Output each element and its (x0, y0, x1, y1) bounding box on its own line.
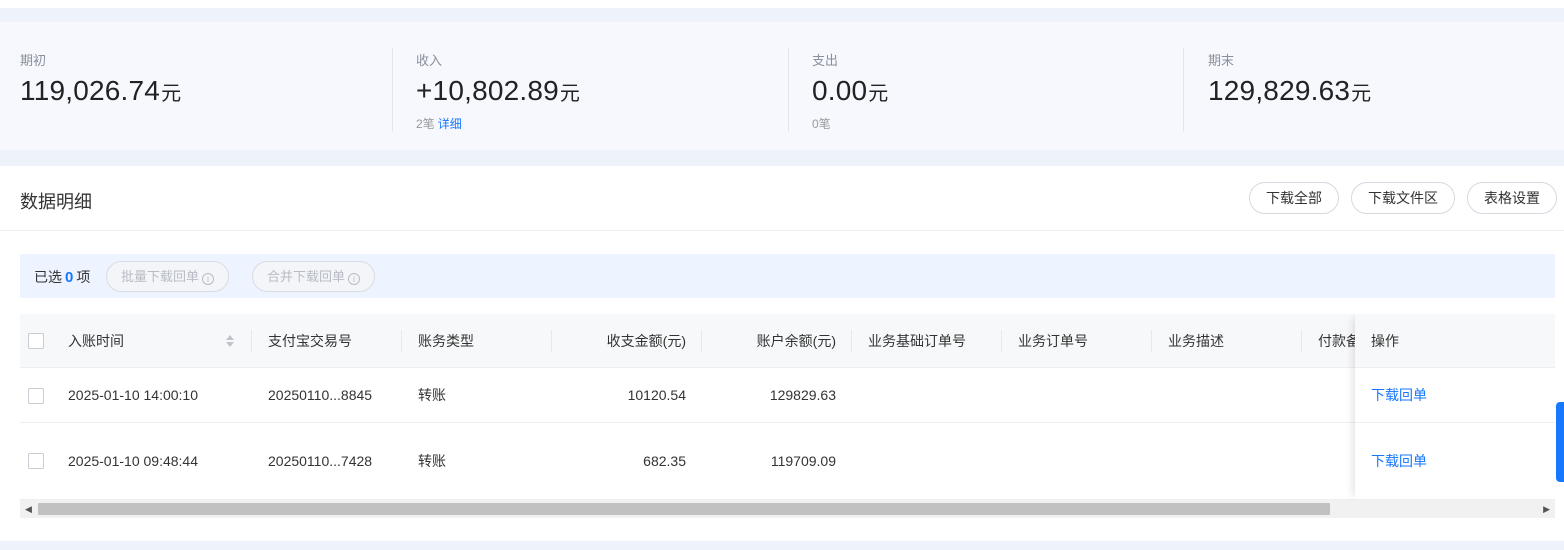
row-checkbox[interactable] (28, 453, 44, 469)
income-count: 2笔 (416, 117, 435, 131)
merge-download-receipt-button[interactable]: 合并下载回单 i (252, 261, 376, 292)
table-row: 2025-01-10 09:48:44 20250110...7428 转账 6… (20, 423, 1555, 500)
column-separator (401, 330, 402, 352)
panel-divider (0, 230, 1564, 231)
info-icon: i (348, 273, 361, 285)
header-balance: 账户余额(元) (756, 333, 836, 349)
closing-value: 129,829.63 (1208, 75, 1351, 106)
closing-value-line: 129,829.63元 (1208, 75, 1371, 107)
cell-time: 2025-01-10 14:00:10 (68, 387, 198, 403)
header-type: 账务类型 (418, 333, 474, 349)
table-settings-button[interactable]: 表格设置 (1467, 182, 1557, 214)
sort-icon[interactable] (225, 334, 235, 348)
batch-download-label: 批量下载回单 (121, 269, 200, 284)
header-action: 操作 (1371, 333, 1399, 349)
expense-unit: 元 (868, 83, 889, 105)
income-value: +10,802.89 (416, 75, 559, 106)
header-order: 业务订单号 (1018, 333, 1088, 349)
expense-label: 支出 (812, 53, 839, 68)
cell-alipay-no: 20250110...7428 (268, 453, 373, 469)
select-all-checkbox[interactable] (28, 333, 44, 349)
download-all-button[interactable]: 下载全部 (1249, 182, 1339, 214)
summary-income: 收入 +10,802.89元 2笔 详细 (396, 22, 580, 150)
transactions-table: 入账时间 支付宝交易号 账务类型 收支金额(元) 账户余额(元) 业务基础订单号… (20, 314, 1555, 519)
cell-amount: 682.35 (643, 453, 686, 469)
scroll-left-arrow-icon[interactable]: ◀ (25, 504, 32, 515)
income-unit: 元 (559, 83, 581, 105)
header-base-order: 业务基础订单号 (868, 333, 966, 349)
header-alipay-no: 支付宝交易号 (268, 333, 352, 349)
expense-sub: 0笔 (812, 115, 889, 132)
scrollbar-thumb[interactable] (38, 503, 1330, 515)
merge-download-label: 合并下载回单 (267, 269, 346, 284)
column-separator (1301, 330, 1302, 352)
cell-alipay-no: 20250110...8845 (268, 387, 373, 403)
data-detail-panel: 数据明细 下载全部 下载文件区 表格设置 已选 0 项 批量下载回单 i 合并下载回单… (0, 166, 1564, 541)
cell-amount: 10120.54 (627, 387, 686, 403)
cell-type: 转账 (418, 453, 446, 469)
income-sub: 2笔 详细 (416, 115, 580, 132)
summary-expense: 支出 0.00元 0笔 (792, 22, 889, 150)
income-detail-link[interactable]: 详细 (438, 117, 462, 131)
table-header: 入账时间 支付宝交易号 账务类型 收支金额(元) 账户余额(元) 业务基础订单号… (20, 314, 1555, 368)
summary-divider (788, 48, 789, 132)
top-strip (0, 0, 1564, 8)
opening-value: 119,026.74 (20, 75, 161, 106)
selection-status: 已选 0 项 (34, 267, 90, 287)
opening-label: 期初 (20, 53, 47, 68)
selection-suffix: 项 (76, 269, 91, 285)
column-separator (251, 330, 252, 352)
selection-bar: 已选 0 项 批量下载回单 i 合并下载回单 i (20, 254, 1555, 298)
cell-time: 2025-01-10 09:48:44 (68, 453, 198, 469)
opening-unit: 元 (161, 83, 182, 105)
cell-balance: 119709.09 (770, 453, 836, 469)
row-checkbox[interactable] (28, 388, 44, 404)
cell-balance: 129829.63 (769, 387, 836, 403)
expense-count: 0笔 (812, 117, 831, 131)
header-desc: 业务描述 (1168, 333, 1224, 349)
panel-title: 数据明细 (20, 192, 92, 212)
fixed-action-column: 操作 下载回单 下载回单 (1355, 314, 1555, 500)
selection-prefix: 已选 (34, 269, 62, 285)
floating-side-tab[interactable] (1556, 402, 1564, 482)
scroll-right-arrow-icon[interactable]: ▶ (1543, 504, 1550, 515)
column-separator (1001, 330, 1002, 352)
opening-value-line: 119,026.74元 (20, 75, 181, 107)
summary-closing: 期末 129,829.63元 (1188, 22, 1371, 150)
column-separator (851, 330, 852, 352)
expense-value: 0.00 (812, 75, 868, 106)
download-receipt-link[interactable]: 下载回单 (1371, 368, 1427, 423)
balance-summary: 期初 119,026.74元 收入 +10,802.89元 2笔 详细 支出 0.… (0, 22, 1564, 150)
expense-value-line: 0.00元 (812, 75, 889, 107)
table-row: 2025-01-10 14:00:10 20250110...8845 转账 1… (20, 368, 1555, 423)
header-time[interactable]: 入账时间 (68, 314, 124, 368)
header-remark: 付款备 (1318, 333, 1360, 349)
action-cell: 下载回单 (1355, 368, 1555, 423)
column-separator (1151, 330, 1152, 352)
horizontal-scrollbar[interactable]: ◀ ▶ (20, 500, 1555, 518)
cell-type: 转账 (418, 387, 446, 403)
income-value-line: +10,802.89元 (416, 75, 580, 107)
income-label: 收入 (416, 53, 443, 68)
closing-label: 期末 (1208, 53, 1235, 68)
info-icon: i (202, 273, 215, 285)
selection-count: 0 (65, 269, 74, 286)
summary-divider (392, 48, 393, 132)
summary-opening: 期初 119,026.74元 (0, 22, 181, 150)
batch-download-receipt-button[interactable]: 批量下载回单 i (106, 261, 230, 292)
header-amount: 收支金额(元) (606, 333, 686, 349)
action-header-cell: 操作 (1355, 314, 1555, 368)
action-cell: 下载回单 (1355, 423, 1555, 500)
download-receipt-link[interactable]: 下载回单 (1371, 423, 1427, 500)
summary-divider (1183, 48, 1184, 132)
closing-unit: 元 (1351, 83, 1372, 105)
download-file-area-button[interactable]: 下载文件区 (1351, 182, 1455, 214)
